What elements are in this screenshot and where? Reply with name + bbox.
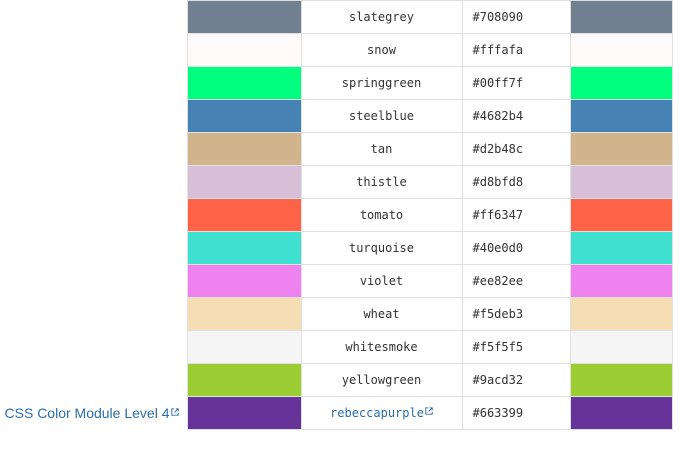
color-swatch (186, 297, 302, 331)
color-swatch (186, 264, 302, 298)
hex-value: #663399 (461, 396, 571, 430)
hex-value: #f5deb3 (461, 297, 571, 331)
spec-cell (0, 34, 187, 67)
external-link-icon (170, 403, 179, 419)
spec-cell (0, 67, 187, 100)
spec-cell (0, 364, 187, 397)
color-name-cell: tan (300, 132, 463, 166)
color-name-cell: snow (300, 33, 463, 67)
color-name: springgreen (341, 76, 422, 90)
color-swatch (569, 132, 673, 166)
table-row: thistle #d8bfd8 (0, 165, 673, 199)
hex-value: #fffafa (461, 33, 571, 67)
spec-cell (0, 100, 187, 133)
color-name: tan (370, 142, 393, 156)
color-swatch (569, 297, 673, 331)
spec-cell (0, 331, 187, 364)
table-row: steelblue #4682b4 (0, 99, 673, 133)
color-name-cell[interactable]: rebeccapurple (300, 396, 463, 430)
spec-cell (0, 133, 187, 166)
table-row: whitesmoke #f5f5f5 (0, 330, 673, 364)
spec-cell[interactable]: CSS Color Module Level 4 (0, 397, 187, 430)
color-swatch (569, 396, 673, 430)
color-name-cell: tomato (300, 198, 463, 232)
color-swatch (186, 330, 302, 364)
color-swatch (186, 132, 302, 166)
table-row: tomato #ff6347 (0, 198, 673, 232)
color-name-cell: whitesmoke (300, 330, 463, 364)
color-name: thistle (356, 175, 407, 189)
table-row: yellowgreen #9acd32 (0, 363, 673, 397)
hex-value: #ee82ee (461, 264, 571, 298)
hex-value: #4682b4 (461, 99, 571, 133)
color-name: slategrey (348, 10, 415, 24)
color-swatch (569, 66, 673, 100)
color-swatch (186, 0, 302, 34)
color-name-cell: springgreen (300, 66, 463, 100)
table-row: snow #fffafa (0, 33, 673, 67)
color-name-cell: slategrey (300, 0, 463, 34)
spec-cell (0, 199, 187, 232)
color-name-cell: wheat (300, 297, 463, 331)
table-row: CSS Color Module Level 4 rebeccapurple #66… (0, 396, 673, 430)
table-row: violet #ee82ee (0, 264, 673, 298)
color-name: wheat (363, 307, 400, 321)
color-swatch (186, 363, 302, 397)
hex-value: #ff6347 (461, 198, 571, 232)
color-swatch (186, 33, 302, 67)
color-swatch (186, 231, 302, 265)
color-name-cell: steelblue (300, 99, 463, 133)
color-swatch (569, 264, 673, 298)
color-table: slategrey #708090 snow #fffafa springgreen #0… (0, 0, 673, 430)
table-row: turquoise #40e0d0 (0, 231, 673, 265)
table-row: wheat #f5deb3 (0, 297, 673, 331)
hex-value: #40e0d0 (461, 231, 571, 265)
color-name-cell: thistle (300, 165, 463, 199)
color-swatch (569, 198, 673, 232)
color-name: tomato (359, 208, 404, 222)
table-row: tan #d2b48c (0, 132, 673, 166)
hex-value: #9acd32 (461, 363, 571, 397)
color-swatch (186, 165, 302, 199)
color-swatch (569, 231, 673, 265)
spec-link[interactable]: CSS Color Module Level 4 (5, 405, 170, 421)
color-table-body: slategrey #708090 snow #fffafa springgreen #0… (0, 0, 673, 430)
color-name: steelblue (348, 109, 415, 123)
color-swatch (186, 198, 302, 232)
color-name-cell: violet (300, 264, 463, 298)
color-name-cell: yellowgreen (300, 363, 463, 397)
color-name: violet (359, 274, 404, 288)
color-swatch (186, 99, 302, 133)
color-name: turquoise (348, 241, 415, 255)
spec-cell (0, 166, 187, 199)
color-swatch (186, 396, 302, 430)
hex-value: #708090 (461, 0, 571, 34)
spec-cell (0, 1, 187, 34)
color-name-cell: turquoise (300, 231, 463, 265)
color-swatch (186, 66, 302, 100)
spec-cell (0, 232, 187, 265)
color-swatch (569, 33, 673, 67)
spec-cell (0, 298, 187, 331)
color-swatch (569, 165, 673, 199)
table-row: springgreen #00ff7f (0, 66, 673, 100)
hex-value: #d2b48c (461, 132, 571, 166)
color-swatch (569, 330, 673, 364)
hex-value: #00ff7f (461, 66, 571, 100)
table-row: slategrey #708090 (0, 0, 673, 34)
color-swatch (569, 363, 673, 397)
hex-value: #f5f5f5 (461, 330, 571, 364)
spec-cell (0, 265, 187, 298)
color-name: yellowgreen (341, 373, 422, 387)
color-name: snow (367, 43, 396, 57)
color-swatch (569, 99, 673, 133)
color-name: whitesmoke (345, 340, 418, 354)
hex-value: #d8bfd8 (461, 165, 571, 199)
external-link-icon (425, 404, 433, 418)
color-name-link[interactable]: rebeccapurple (330, 406, 424, 420)
color-swatch (569, 0, 673, 34)
